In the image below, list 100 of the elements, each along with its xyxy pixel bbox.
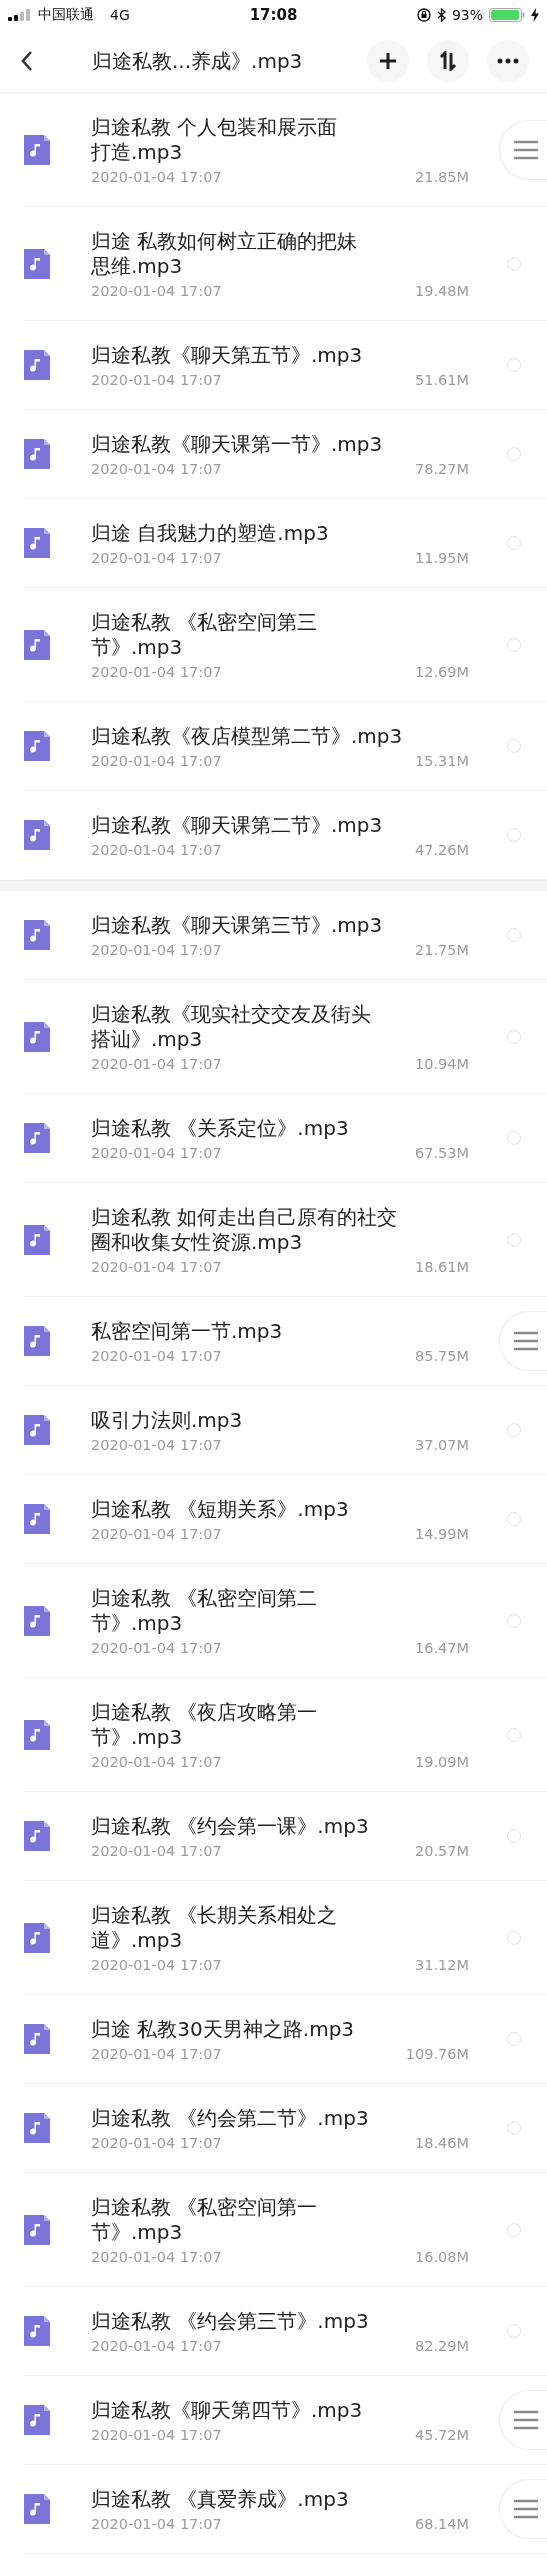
file-name-line: 归途私教 《约会第三节》.mp3 bbox=[91, 2308, 369, 2334]
file-date: 2020-01-04 17:07 bbox=[91, 841, 222, 858]
file-name-line: 打造.mp3 bbox=[91, 139, 183, 165]
file-date: 2020-01-04 17:07 bbox=[91, 1144, 222, 1161]
music-file-icon bbox=[24, 1605, 50, 1636]
rotation-lock-icon bbox=[416, 8, 431, 22]
file-size: 85.75M bbox=[414, 1347, 469, 1364]
music-file-icon bbox=[24, 528, 50, 558]
clock-time: 17:08 bbox=[248, 6, 299, 24]
file-name-line: 节》.mp3 bbox=[91, 1724, 183, 1750]
file-name-line: 归途私教《聊天课第三节》.mp3 bbox=[91, 912, 383, 938]
menu-icon bbox=[512, 2410, 539, 2430]
plus-icon bbox=[378, 51, 398, 71]
file-size: 31.12M bbox=[414, 1956, 469, 1973]
file-date: 2020-01-04 17:07 bbox=[91, 2045, 222, 2062]
file-size: 51.61M bbox=[414, 371, 469, 388]
music-file-icon bbox=[24, 1504, 50, 1534]
add-button[interactable] bbox=[367, 40, 409, 82]
back-button[interactable] bbox=[20, 50, 34, 72]
file-name-line: 归途私教 《约会第一课》.mp3 bbox=[91, 1813, 369, 1839]
file-name-line: 归途私教 个人包装和展示面 bbox=[91, 114, 338, 140]
menu-handle-button[interactable] bbox=[499, 2390, 547, 2450]
file-date: 2020-01-04 17:07 bbox=[91, 1436, 222, 1453]
back-icon bbox=[20, 50, 34, 72]
file-name-line: 归途 自我魅力的塑造.mp3 bbox=[91, 520, 329, 546]
menu-handle-button[interactable] bbox=[499, 2479, 547, 2539]
file-size: 82.29M bbox=[414, 2337, 469, 2354]
file-size: 21.75M bbox=[414, 941, 469, 958]
music-file-icon bbox=[24, 248, 50, 279]
menu-icon bbox=[512, 2499, 539, 2519]
file-name-line: 归途私教《聊天课第二节》.mp3 bbox=[91, 812, 383, 838]
music-file-icon bbox=[24, 731, 50, 761]
music-file-icon bbox=[24, 350, 50, 380]
file-date: 2020-01-04 17:07 bbox=[91, 1347, 222, 1364]
file-name-line: 吸引力法则.mp3 bbox=[91, 1407, 243, 1433]
menu-handle-button[interactable] bbox=[499, 1311, 547, 1371]
file-name-line: 私密空间第一节.mp3 bbox=[91, 1318, 283, 1344]
music-file-icon bbox=[24, 2113, 50, 2143]
file-date: 2020-01-04 17:07 bbox=[91, 1055, 222, 1072]
file-size: 21.85M bbox=[414, 168, 469, 185]
music-file-icon bbox=[24, 2024, 50, 2054]
file-size: 20.57M bbox=[414, 1842, 469, 1859]
file-size: 47.26M bbox=[414, 841, 469, 858]
file-size: 68.14M bbox=[414, 2515, 469, 2532]
sort-icon bbox=[437, 51, 459, 71]
file-date: 2020-01-04 17:07 bbox=[91, 2337, 222, 2354]
file-name-line: 归途 私教30天男神之路.mp3 bbox=[91, 2016, 355, 2042]
file-name-line: 归途私教《现实社交交友及街头 bbox=[91, 1001, 371, 1027]
file-date: 2020-01-04 17:07 bbox=[91, 282, 222, 299]
music-file-icon bbox=[24, 1021, 50, 1052]
file-name-line: 节》.mp3 bbox=[91, 2219, 183, 2245]
network-type: 4G bbox=[110, 7, 130, 23]
file-name-line: 道》.mp3 bbox=[91, 1927, 183, 1953]
file-size: 67.53M bbox=[414, 1144, 469, 1161]
music-file-icon bbox=[24, 1922, 50, 1953]
file-date: 2020-01-04 17:07 bbox=[91, 941, 222, 958]
file-name-line: 归途私教《聊天第四节》.mp3 bbox=[91, 2397, 363, 2423]
signal-icon bbox=[8, 9, 30, 21]
file-size: 12.69M bbox=[414, 663, 469, 680]
file-name-line: 归途私教 《关系定位》.mp3 bbox=[91, 1115, 349, 1141]
menu-icon bbox=[512, 1331, 539, 1351]
music-file-icon bbox=[24, 1123, 50, 1153]
file-size: 16.47M bbox=[414, 1639, 469, 1656]
file-size: 78.27M bbox=[414, 460, 469, 477]
more-icon bbox=[497, 58, 519, 64]
file-name-line: 归途私教 《夜店攻略第一 bbox=[91, 1699, 318, 1725]
music-file-icon bbox=[24, 2405, 50, 2435]
file-name-line: 节》.mp3 bbox=[91, 634, 183, 660]
file-name-line: 归途私教《聊天课第一节》.mp3 bbox=[91, 431, 383, 457]
menu-icon bbox=[512, 139, 539, 160]
file-size: 45.72M bbox=[414, 2426, 469, 2443]
file-date: 2020-01-04 17:07 bbox=[91, 1258, 222, 1275]
music-file-icon bbox=[24, 820, 50, 850]
file-size: 109.76M bbox=[405, 2045, 469, 2062]
file-size: 11.95M bbox=[414, 549, 469, 566]
more-button[interactable] bbox=[487, 40, 529, 82]
file-date: 2020-01-04 17:07 bbox=[91, 1639, 222, 1656]
music-file-icon bbox=[24, 2214, 50, 2245]
charging-bolt-icon bbox=[531, 8, 539, 22]
music-file-icon bbox=[24, 2494, 50, 2524]
music-file-icon bbox=[24, 134, 50, 165]
file-name-line: 圈和收集女性资源.mp3 bbox=[91, 1229, 303, 1255]
music-file-icon bbox=[24, 1224, 50, 1255]
file-name-line: 搭讪》.mp3 bbox=[91, 1026, 203, 1052]
file-size: 37.07M bbox=[414, 1436, 469, 1453]
menu-handle-button[interactable] bbox=[499, 119, 547, 180]
music-file-icon bbox=[24, 2316, 50, 2346]
file-date: 2020-01-04 17:07 bbox=[91, 2515, 222, 2532]
file-name-line: 归途私教《夜店模型第二节》.mp3 bbox=[91, 723, 403, 749]
file-name-line: 归途私教 《长期关系相处之 bbox=[91, 1902, 338, 1928]
file-date: 2020-01-04 17:07 bbox=[91, 1842, 222, 1859]
sort-button[interactable] bbox=[427, 40, 469, 82]
file-size: 14.99M bbox=[414, 1525, 469, 1542]
file-name-line: 节》.mp3 bbox=[91, 1610, 183, 1636]
music-file-icon bbox=[24, 1719, 50, 1750]
file-date: 2020-01-04 17:07 bbox=[91, 1753, 222, 1770]
file-size: 18.46M bbox=[414, 2134, 469, 2151]
file-date: 2020-01-04 17:07 bbox=[91, 1956, 222, 1973]
file-date: 2020-01-04 17:07 bbox=[91, 168, 222, 185]
file-size: 19.48M bbox=[414, 282, 469, 299]
